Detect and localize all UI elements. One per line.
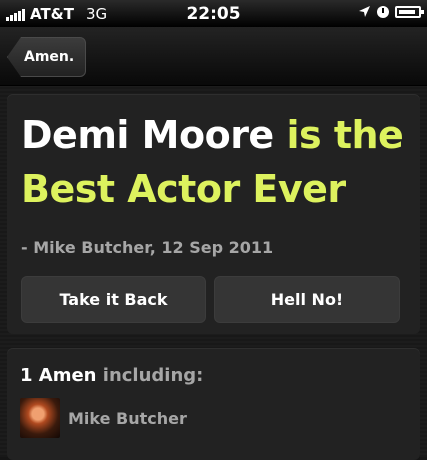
amen-user-name[interactable]: Mike Butcher — [68, 409, 187, 428]
take-it-back-button[interactable]: Take it Back — [21, 276, 206, 323]
location-arrow-icon — [359, 6, 370, 17]
statement-subject[interactable]: Demi Moore — [21, 113, 274, 157]
status-right — [358, 5, 424, 18]
amen-count[interactable]: 1 Amen — [20, 365, 97, 386]
content-area: Demi Moore is the Best Actor Ever - Mike… — [0, 86, 427, 460]
avatar[interactable] — [20, 398, 60, 438]
clock-icon — [377, 5, 389, 18]
amen-count-heading: 1 Amen including: — [20, 365, 203, 386]
statement-card: Demi Moore is the Best Actor Ever - Mike… — [7, 94, 420, 334]
battery-fill — [399, 9, 415, 14]
battery-charging-icon — [395, 5, 424, 18]
back-button[interactable]: Amen. — [7, 37, 87, 77]
statement-object[interactable]: Best Actor Ever — [21, 167, 346, 211]
navigation-bar: Amen. — [0, 27, 427, 86]
amen-count-suffix: including: — [102, 365, 204, 386]
hell-no-button[interactable]: Hell No! — [214, 276, 400, 323]
author-line[interactable]: - Mike Butcher, 12 Sep 2011 — [21, 238, 273, 257]
statement-verb: is the — [286, 113, 404, 157]
status-bar: AT&T 3G 22:05 — [0, 0, 427, 27]
amens-card: 1 Amen including: Mike Butcher — [7, 348, 420, 460]
statement-text: Demi Moore is the Best Actor Ever — [21, 108, 413, 216]
